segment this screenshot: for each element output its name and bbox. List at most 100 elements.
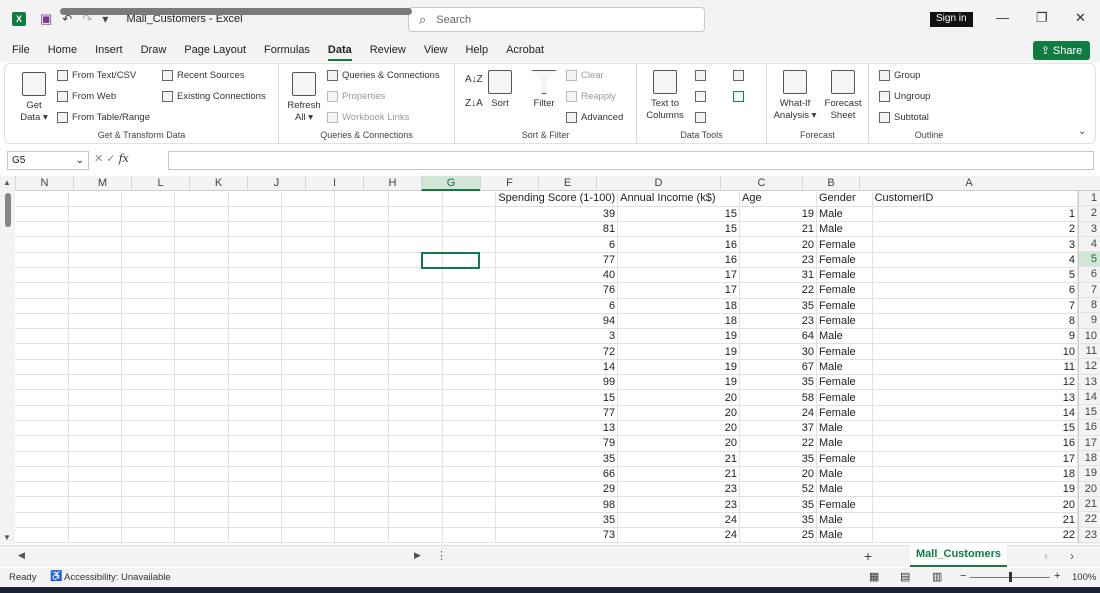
cell[interactable]: [68, 420, 123, 437]
more-options-icon[interactable]: ⋮: [436, 549, 447, 562]
cell[interactable]: [334, 298, 389, 314]
cell[interactable]: [334, 343, 389, 360]
cell[interactable]: [281, 328, 336, 345]
cell[interactable]: [388, 206, 443, 223]
cell[interactable]: 14: [872, 405, 1078, 421]
cell[interactable]: [281, 343, 336, 360]
cell[interactable]: 16: [617, 252, 741, 268]
tab-file[interactable]: File: [12, 44, 30, 56]
sheet-tab-mall-customers[interactable]: Mall_Customers: [910, 545, 1007, 567]
cell[interactable]: [121, 359, 176, 376]
cell[interactable]: Female: [816, 282, 873, 299]
cell[interactable]: Spending Score (1-100): [495, 191, 619, 207]
save-icon[interactable]: ▣: [40, 11, 52, 27]
cell[interactable]: [442, 466, 497, 483]
cell[interactable]: [228, 374, 283, 391]
cell[interactable]: 19: [617, 374, 741, 391]
cell[interactable]: [281, 206, 336, 223]
cell[interactable]: 19: [872, 481, 1078, 498]
cell[interactable]: [228, 527, 283, 544]
existing-connections-button[interactable]: Existing Connections: [162, 91, 266, 102]
cell[interactable]: [228, 389, 283, 406]
cell[interactable]: [281, 389, 336, 406]
cell[interactable]: [334, 328, 389, 345]
tab-formulas[interactable]: Formulas: [264, 44, 310, 56]
row-header[interactable]: 6: [1079, 267, 1100, 283]
refresh-all-button[interactable]: Refresh All ▾: [287, 72, 321, 124]
cell[interactable]: 72: [495, 343, 619, 360]
cell[interactable]: [388, 298, 443, 314]
cell[interactable]: 64: [739, 328, 817, 345]
cell[interactable]: [121, 206, 176, 223]
cell[interactable]: [281, 420, 336, 437]
cell[interactable]: [388, 359, 443, 376]
cell[interactable]: [174, 191, 229, 207]
cell[interactable]: [388, 512, 443, 529]
cell[interactable]: [281, 236, 336, 253]
cell[interactable]: [15, 221, 69, 238]
cell[interactable]: Annual Income (k$): [617, 191, 741, 207]
cell[interactable]: [68, 221, 123, 238]
cell[interactable]: 35: [739, 374, 817, 391]
cell[interactable]: [68, 405, 123, 421]
cell[interactable]: [68, 435, 123, 452]
vertical-scrollbar[interactable]: ▲ ▼: [0, 176, 15, 544]
from-table-button[interactable]: From Table/Range: [57, 112, 150, 123]
cell[interactable]: [15, 191, 69, 207]
cell[interactable]: [174, 359, 229, 376]
cell[interactable]: [334, 420, 389, 437]
tab-data[interactable]: Data: [327, 44, 352, 61]
cell[interactable]: [15, 359, 69, 376]
sort-za-button[interactable]: Z↓A: [465, 98, 483, 109]
cell[interactable]: [174, 451, 229, 467]
page-break-view-icon[interactable]: ▥: [932, 570, 942, 583]
cell[interactable]: [68, 191, 123, 207]
cell[interactable]: 35: [495, 451, 619, 467]
cell[interactable]: [174, 221, 229, 238]
page-layout-view-icon[interactable]: ▤: [900, 570, 910, 583]
row-header[interactable]: 1: [1079, 191, 1100, 207]
cell[interactable]: [15, 435, 69, 452]
cell[interactable]: 18: [617, 313, 741, 330]
cell[interactable]: 35: [739, 298, 817, 314]
cell[interactable]: [121, 328, 176, 345]
column-header-c[interactable]: C: [720, 176, 802, 191]
cell[interactable]: [228, 206, 283, 223]
cell[interactable]: [174, 313, 229, 330]
cell[interactable]: [68, 359, 123, 376]
cell[interactable]: 15: [872, 420, 1078, 437]
cell[interactable]: [121, 420, 176, 437]
cell[interactable]: [334, 405, 389, 421]
cell[interactable]: [174, 252, 229, 268]
cell[interactable]: [281, 496, 336, 513]
cell[interactable]: CustomerID: [872, 191, 1078, 207]
cell[interactable]: [228, 481, 283, 498]
cell[interactable]: [334, 252, 389, 268]
cell[interactable]: [334, 206, 389, 223]
cell[interactable]: 12: [872, 374, 1078, 391]
active-cell-g5[interactable]: [421, 252, 480, 269]
cell[interactable]: [15, 282, 69, 299]
data-model-icon[interactable]: [733, 91, 748, 102]
cell[interactable]: 15: [495, 389, 619, 406]
tab-draw[interactable]: Draw: [141, 44, 167, 56]
enter-icon[interactable]: ✓: [106, 153, 115, 165]
cell[interactable]: [281, 282, 336, 299]
cell[interactable]: 94: [495, 313, 619, 330]
cell[interactable]: [228, 267, 283, 284]
subtotal-button[interactable]: Subtotal: [879, 112, 929, 123]
cell[interactable]: [68, 206, 123, 223]
scroll-up-icon[interactable]: ▲: [3, 178, 11, 187]
cell[interactable]: 17: [617, 267, 741, 284]
cell[interactable]: 15: [617, 206, 741, 223]
row-header[interactable]: 20: [1079, 482, 1100, 497]
cell[interactable]: 3: [495, 328, 619, 345]
cell[interactable]: 39: [495, 206, 619, 223]
cell[interactable]: 20: [739, 236, 817, 253]
cell[interactable]: [121, 481, 176, 498]
cell[interactable]: [228, 252, 283, 268]
cell[interactable]: [121, 512, 176, 529]
cell[interactable]: [334, 359, 389, 376]
row-header[interactable]: 18: [1079, 451, 1100, 467]
cell[interactable]: Female: [816, 374, 873, 391]
